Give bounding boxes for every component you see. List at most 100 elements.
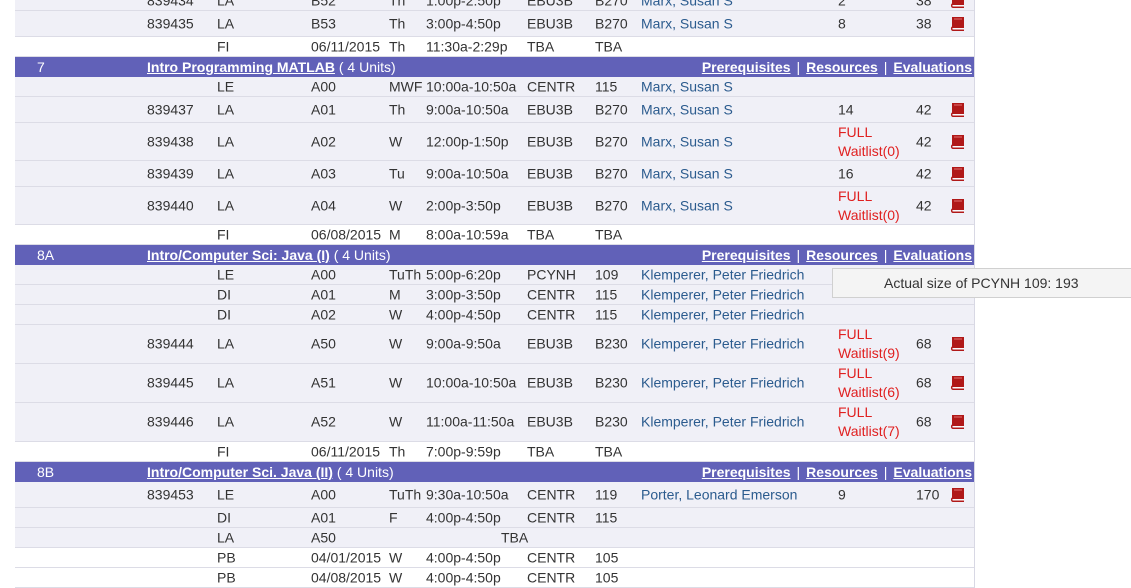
waitlist-count: Waitlist(9) xyxy=(838,345,900,361)
instructor-link[interactable]: Klemperer, Peter Friedrich xyxy=(641,413,804,432)
instructor-link[interactable]: Marx, Susan S xyxy=(641,77,733,96)
course-title-link[interactable]: Intro Programming MATLAB xyxy=(147,59,335,75)
instructor-link[interactable]: Klemperer, Peter Friedrich xyxy=(641,335,804,354)
section-row: FI 06/11/2015 Th 11:30a-2:29p TBA TBA xyxy=(15,37,974,57)
room: 105 xyxy=(595,569,619,585)
section-row: 839453 LE A00 TuTh 9:30a-10:50a CENTR 119 Porte… xyxy=(15,482,974,508)
full-status: FULL Waitlist(0) xyxy=(838,123,900,161)
building: EBU3B xyxy=(527,197,573,213)
room: 115 xyxy=(595,78,618,94)
seats-available: 8 xyxy=(838,15,846,31)
book-icon[interactable] xyxy=(949,414,966,430)
instructor-link[interactable]: Marx, Susan S xyxy=(641,0,733,10)
book-icon[interactable] xyxy=(949,102,966,118)
meeting-days: W xyxy=(389,133,403,149)
book-icon[interactable] xyxy=(949,0,966,9)
evaluations-link[interactable]: Evaluations xyxy=(893,464,972,480)
resources-link[interactable]: Resources xyxy=(806,464,878,480)
book-icon[interactable] xyxy=(949,16,966,32)
instructor-link[interactable]: Marx, Susan S xyxy=(641,164,733,183)
instructor-link[interactable]: Marx, Susan S xyxy=(641,132,733,151)
seats-available: 16 xyxy=(838,165,854,181)
meeting-type: FI xyxy=(217,443,230,459)
section-row: DI A01 F 4:00p-4:50p CENTR 115 xyxy=(15,508,974,528)
instructor-link[interactable]: Porter, Leonard Emerson xyxy=(641,485,797,504)
section-code: 06/08/2015 xyxy=(311,226,382,242)
meeting-time: 9:00a-10:50a xyxy=(426,165,509,181)
resources-link[interactable]: Resources xyxy=(806,247,878,263)
meeting-time: 11:30a-2:29p xyxy=(426,38,508,54)
section-code: A01 xyxy=(311,101,336,117)
meeting-days: M xyxy=(389,286,401,302)
meeting-time: 4:00p-4:50p xyxy=(426,509,501,525)
building: TBA xyxy=(527,38,555,54)
meeting-days: W xyxy=(389,549,403,565)
course-number: 8B xyxy=(37,464,55,480)
instructor-link[interactable]: Marx, Susan S xyxy=(641,100,733,119)
full-status: FULL Waitlist(0) xyxy=(838,187,900,225)
meeting-type: FI xyxy=(217,226,230,242)
section-row: PB 04/08/2015 W 4:00p-4:50p CENTR 105 xyxy=(15,568,974,588)
section-id: 839437 xyxy=(147,101,194,117)
link-separator: | xyxy=(883,247,888,263)
full-status: FULL Waitlist(6) xyxy=(838,364,900,402)
prerequisites-link[interactable]: Prerequisites xyxy=(702,464,791,480)
instructor-link[interactable]: Marx, Susan S xyxy=(641,14,733,33)
room: B230 xyxy=(595,374,628,391)
instructor-link[interactable]: Klemperer, Peter Friedrich xyxy=(641,305,804,324)
evaluations-link[interactable]: Evaluations xyxy=(893,59,972,75)
room: B270 xyxy=(595,133,628,149)
meeting-type: LA xyxy=(217,374,235,391)
instructor-link[interactable]: Klemperer, Peter Friedrich xyxy=(641,265,804,284)
building: EBU3B xyxy=(527,101,573,117)
seats-available: 14 xyxy=(838,101,854,117)
meeting-time: 1:00p-2:50p xyxy=(426,0,501,8)
instructor-link[interactable]: Marx, Susan S xyxy=(641,196,733,215)
building: CENTR xyxy=(527,286,576,302)
prerequisites-link[interactable]: Prerequisites xyxy=(702,247,791,263)
section-row: 839434 LA B52 Th 1:00p-2:50p EBU3B B270 Marx, S… xyxy=(15,0,974,11)
link-separator: | xyxy=(883,464,888,480)
book-icon[interactable] xyxy=(949,336,966,352)
prerequisites-link[interactable]: Prerequisites xyxy=(702,59,791,75)
section-row: 839438 LA A02 W 12:00p-1:50p EBU3B B270 Marx, S… xyxy=(15,123,974,161)
instructor-link[interactable]: Klemperer, Peter Friedrich xyxy=(641,285,804,304)
meeting-time: 11:00a-11:50a xyxy=(426,413,515,430)
evaluations-link[interactable]: Evaluations xyxy=(893,247,972,263)
course-title-link[interactable]: Intro/Computer Sci. Java (II) xyxy=(147,464,333,480)
room-size-tooltip: Actual size of PCYNH 109: 193 xyxy=(832,268,1131,298)
room: TBA xyxy=(595,38,623,54)
meeting-type: LA xyxy=(217,529,235,545)
meeting-days: Tu xyxy=(389,165,405,181)
resources-link[interactable]: Resources xyxy=(806,59,878,75)
meeting-days: W xyxy=(389,306,403,322)
book-icon[interactable] xyxy=(949,166,966,182)
seat-limit: 68 xyxy=(916,335,932,352)
meeting-days: W xyxy=(389,569,403,585)
section-code: 06/11/2015 xyxy=(311,443,381,459)
book-icon[interactable] xyxy=(949,375,966,391)
book-icon[interactable] xyxy=(949,198,966,214)
section-row: 839445 LA A51 W 10:00a-10:50a EBU3B B230 Klempe… xyxy=(15,364,974,403)
waitlist-count: Waitlist(0) xyxy=(838,142,900,159)
section-code: B52 xyxy=(311,0,336,8)
course-title-link[interactable]: Intro/Computer Sci: Java (I) xyxy=(147,247,330,263)
meeting-type: LA xyxy=(217,413,235,430)
seat-limit: 42 xyxy=(916,197,932,213)
full-label: FULL xyxy=(838,123,873,140)
course-units: ( 4 Units) xyxy=(329,247,391,263)
room: 115 xyxy=(595,509,618,525)
building: EBU3B xyxy=(527,0,573,8)
book-icon[interactable] xyxy=(949,487,966,503)
book-icon[interactable] xyxy=(949,134,966,150)
meeting-time: 10:00a-10:50a xyxy=(426,374,517,391)
section-code: A02 xyxy=(311,133,336,149)
room: B270 xyxy=(595,15,628,31)
meeting-time: 4:00p-4:50p xyxy=(426,306,501,322)
section-id: 839453 xyxy=(147,486,194,502)
building: CENTR xyxy=(527,509,576,525)
meeting-type: PB xyxy=(217,549,236,565)
instructor-link[interactable]: Klemperer, Peter Friedrich xyxy=(641,374,804,393)
section-code: B53 xyxy=(311,15,336,31)
section-code: A01 xyxy=(311,286,336,302)
